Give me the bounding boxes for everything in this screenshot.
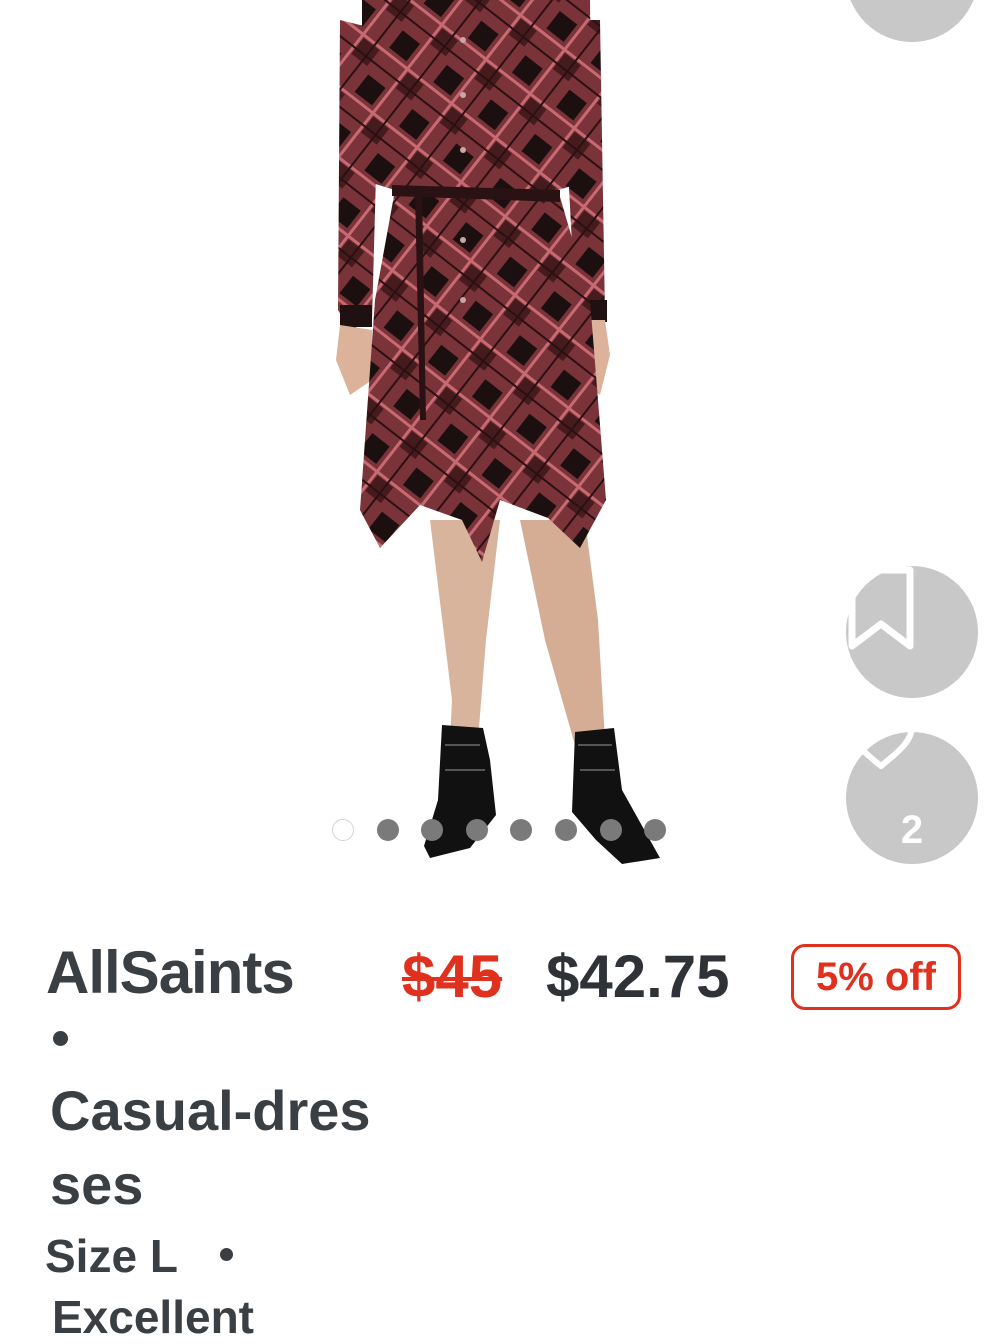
condition-label: Excellent (52, 1291, 254, 1343)
like-count: 2 (900, 808, 924, 852)
brand-name[interactable]: AllSaints (46, 938, 295, 1007)
carousel-dot[interactable] (510, 819, 533, 841)
product-image-carousel[interactable]: 2 (0, 0, 1000, 900)
sale-price: $42.75 (546, 943, 730, 1010)
carousel-dot[interactable] (554, 819, 577, 841)
carousel-dot[interactable] (599, 819, 622, 841)
carousel-dot[interactable] (644, 819, 667, 841)
separator-dot (53, 1031, 68, 1046)
carousel-dot[interactable] (332, 819, 354, 841)
save-button[interactable] (846, 566, 978, 698)
carousel-dot[interactable] (465, 819, 488, 841)
separator-dot (220, 1248, 233, 1261)
carousel-dot[interactable] (421, 819, 444, 841)
original-price: $45 (402, 943, 503, 1010)
category-label[interactable]: Casual-dresses (50, 1074, 380, 1222)
size-label: Size L (45, 1230, 178, 1282)
heart-icon (847, 708, 915, 769)
carousel-pagination[interactable] (332, 819, 689, 843)
bookmark-icon (848, 566, 914, 650)
carousel-dot[interactable] (376, 819, 399, 841)
like-button[interactable]: 2 (846, 708, 978, 864)
discount-badge: 5% off (791, 944, 961, 1010)
